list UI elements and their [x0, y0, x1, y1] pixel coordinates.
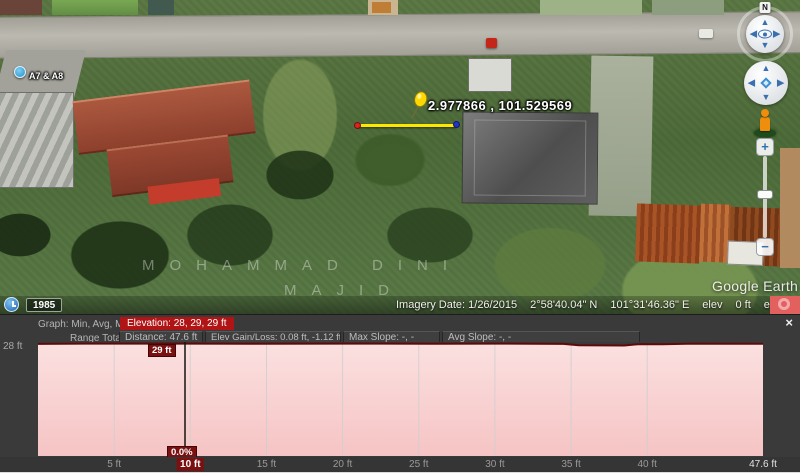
red-car: [486, 38, 497, 48]
white-car: [699, 29, 713, 38]
elev-label: elev: [702, 299, 722, 311]
road: [0, 11, 800, 59]
rooftop: [540, 0, 642, 15]
globe-spinner-icon: [770, 296, 800, 314]
elevation-chart[interactable]: [38, 342, 763, 457]
clock-icon: [4, 297, 19, 312]
coordinate-label: 2.977866 , 101.529569: [428, 98, 572, 113]
elev-value: 0 ft: [735, 299, 750, 311]
move-up-arrow[interactable]: ▲: [762, 64, 771, 73]
watermark-line1: MOHAMMAD DINI: [142, 257, 462, 274]
x-tick-label: 15 ft: [254, 458, 279, 471]
house-roof-red: [71, 70, 263, 213]
x-tick-label: 5 ft: [104, 458, 124, 471]
compass-north-button[interactable]: N: [760, 2, 771, 13]
move-joystick[interactable]: ▲ ▼ ◀ ▶: [744, 61, 788, 105]
rooftop: [652, 0, 724, 15]
time-slider-chip[interactable]: 1985: [4, 297, 62, 312]
move-center-icon: [760, 77, 771, 88]
close-panel-button[interactable]: ×: [785, 316, 793, 329]
elevation-profile-panel: × Graph: Min, Avg, Max Elevation: 28, 29…: [0, 314, 800, 473]
zoom-in-button[interactable]: +: [756, 138, 774, 156]
google-earth-window: A7 & A8 2.977866 , 101.529569 MOHAMMAD D…: [0, 0, 800, 473]
look-right-arrow[interactable]: ▶: [773, 30, 780, 39]
placemark-a7-a8[interactable]: A7 & A8: [14, 66, 63, 81]
x-tick-label: 10 ft: [177, 458, 204, 471]
pegman-body: [760, 117, 770, 131]
zoom-out-button[interactable]: −: [756, 238, 774, 256]
measure-end-point[interactable]: [453, 121, 460, 128]
move-down-arrow[interactable]: ▼: [762, 93, 771, 102]
imagery-date: Imagery Date: 1/26/2015: [396, 299, 517, 311]
x-tick-label: 20 ft: [330, 458, 355, 471]
zoom-handle[interactable]: [757, 190, 773, 199]
latitude-value: 2°58'40.04" N: [530, 299, 597, 311]
x-tick-label: 47.6 ft: [746, 458, 780, 471]
rooftop: [372, 2, 391, 13]
zoom-slider[interactable]: + −: [756, 138, 774, 256]
dirt-strip: [780, 148, 800, 268]
look-joystick[interactable]: N ▲ ▼ ◀ ▶: [737, 6, 793, 62]
move-left-arrow[interactable]: ◀: [748, 79, 755, 88]
pegman-head: [761, 109, 769, 117]
measurement-line[interactable]: [358, 124, 457, 127]
x-tick-label: 25 ft: [406, 458, 431, 471]
house-roof-gray-left: [0, 92, 74, 188]
move-right-arrow[interactable]: ▶: [777, 79, 784, 88]
x-tick-label: 30 ft: [482, 458, 507, 471]
x-axis: 5 ft 10 ft 15 ft 20 ft 25 ft 30 ft 35 ft 40 ft 4…: [0, 457, 800, 472]
measure-start-point[interactable]: [354, 122, 361, 129]
pegman-street-view[interactable]: [753, 109, 777, 137]
placemark-icon: [14, 66, 26, 78]
elevation-summary-badge: Elevation: 28, 29, 29 ft: [120, 317, 234, 330]
rooftop: [52, 0, 138, 15]
placemark-label: A7 & A8: [29, 71, 63, 81]
look-left-arrow[interactable]: ◀: [750, 30, 757, 39]
elevation-profile-plot: [38, 342, 763, 457]
y-axis-label: 28 ft: [3, 341, 22, 352]
look-down-arrow[interactable]: ▼: [761, 41, 770, 50]
eye-icon: [758, 30, 772, 39]
google-earth-logo: Google Earth: [712, 278, 798, 294]
status-bar: 1985 Imagery Date: 1/26/2015 2°58'40.04"…: [0, 296, 800, 314]
longitude-value: 101°31'46.36" E: [610, 299, 689, 311]
x-tick-label: 35 ft: [558, 458, 583, 471]
time-label: 1985: [26, 298, 62, 312]
look-up-arrow[interactable]: ▲: [761, 18, 770, 27]
satellite-map[interactable]: A7 & A8 2.977866 , 101.529569 MOHAMMAD D…: [0, 0, 800, 314]
driveway: [589, 55, 654, 216]
rooftop: [148, 0, 174, 15]
x-tick-label: 40 ft: [635, 458, 660, 471]
look-disc[interactable]: ▲ ▼ ◀ ▶: [746, 15, 784, 53]
marker-elevation-badge: 29 ft: [148, 344, 176, 357]
house-roof-dark: [462, 111, 599, 204]
white-shed: [468, 58, 512, 92]
rooftop: [0, 0, 42, 15]
